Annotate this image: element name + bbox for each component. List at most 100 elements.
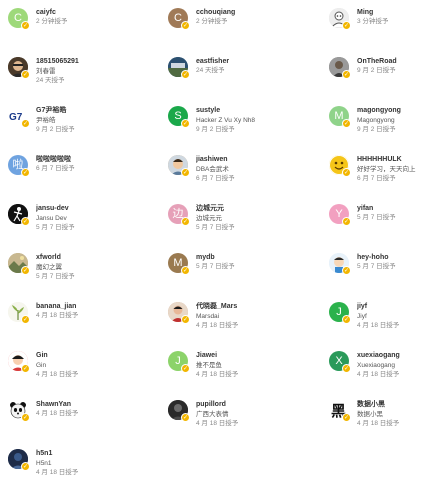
badge-check-icon: ✓ — [342, 168, 351, 177]
user-info: sustyle Hacker Z Vu Xy Nh8 9 月 2 日授予 — [196, 106, 288, 134]
user-card[interactable]: 黑 ✓ 数据小黑 数据小黑 4 月 18 日授予 — [329, 400, 421, 436]
user-name[interactable]: caiyfc — [36, 8, 128, 17]
user-name[interactable]: HHHHHHULK — [357, 155, 421, 164]
granted-time: 9 月 2 日授予 — [357, 67, 396, 74]
user-card[interactable]: ✓ Ming 3 分钟授予 — [329, 8, 421, 44]
user-name[interactable]: 代晓磊_Mars — [196, 302, 288, 311]
badge-check-icon: ✓ — [181, 217, 190, 226]
badge-check-icon: ✓ — [21, 364, 30, 373]
user-name[interactable]: G7尹裕皓 — [36, 106, 128, 115]
user-name[interactable]: Ming — [357, 8, 421, 17]
badge-check-icon: ✓ — [342, 315, 351, 324]
user-name[interactable]: pupillord — [196, 400, 288, 409]
badge-check-icon: ✓ — [21, 217, 30, 226]
display-name: 魔幻之翼 — [36, 264, 62, 271]
user-info: OnTheRoad 9 月 2 日授予 — [357, 57, 421, 75]
user-info: 18515065291 刘春雷 24 天授予 — [36, 57, 128, 85]
granted-time: 2 分钟授予 — [36, 18, 68, 25]
user-card[interactable]: C ✓ caiyfc 2 分钟授予 — [8, 8, 128, 44]
user-card[interactable]: ✓ banana_jian 4 月 18 日授予 — [8, 302, 128, 338]
badge-check-icon: ✓ — [21, 413, 30, 422]
user-name[interactable]: mydb — [196, 253, 288, 262]
user-info: cchouqiang 2 分钟授予 — [196, 8, 288, 26]
user-card[interactable]: ✓ OnTheRoad 9 月 2 日授予 — [329, 57, 421, 93]
badge-check-icon: ✓ — [21, 315, 30, 324]
user-info: hey-hoho 5 月 7 日授予 — [357, 253, 421, 271]
user-card[interactable]: ✓ eastfisher 24 天授予 — [168, 57, 288, 93]
granted-time: 4 月 18 日授予 — [36, 410, 79, 417]
user-card[interactable]: 啦 ✓ 啦啦啦啦啦 6 月 7 日授予 — [8, 155, 128, 191]
user-name[interactable]: sustyle — [196, 106, 288, 115]
user-card[interactable]: ✓ jiashiwen DBA会武术 6 月 7 日授予 — [168, 155, 288, 191]
user-name[interactable]: xuexiaogang — [357, 351, 421, 360]
user-card[interactable]: ✓ h5n1 H5n1 4 月 18 日授予 — [8, 449, 128, 485]
user-card[interactable]: M ✓ mydb 5 月 7 日授予 — [168, 253, 288, 289]
user-name[interactable]: jansu-dev — [36, 204, 128, 213]
granted-time: 4 月 18 日授予 — [196, 420, 239, 427]
user-info: Gin Gin 4 月 18 日授予 — [36, 351, 128, 379]
user-name[interactable]: magongyong — [357, 106, 421, 115]
badge-check-icon: ✓ — [181, 315, 190, 324]
display-name: 边城元元 — [196, 215, 222, 222]
granted-time: 4 月 18 日授予 — [357, 322, 400, 329]
badge-check-icon: ✓ — [342, 70, 351, 79]
user-name[interactable]: xfworld — [36, 253, 128, 262]
granted-time: 2 分钟授予 — [196, 18, 228, 25]
user-name[interactable]: jiyf — [357, 302, 421, 311]
user-card[interactable]: ✓ 代晓磊_Mars Marsdai 4 月 18 日授予 — [168, 302, 288, 338]
user-card[interactable]: C ✓ cchouqiang 2 分钟授予 — [168, 8, 288, 44]
user-card[interactable]: ✓ pupillord 广西大表情 4 月 18 日授予 — [168, 400, 288, 436]
user-card[interactable]: ✓ hey-hoho 5 月 7 日授予 — [329, 253, 421, 289]
granted-time: 5 月 7 日授予 — [36, 224, 75, 231]
user-info: xfworld 魔幻之翼 5 月 7 日授予 — [36, 253, 128, 281]
user-card[interactable]: ✓ jansu-dev Jansu Dev 5 月 7 日授予 — [8, 204, 128, 240]
user-name[interactable]: eastfisher — [196, 57, 288, 66]
user-card[interactable]: ✓ HHHHHHULK 好好学习，天天向上 6 月 7 日授予 — [329, 155, 421, 191]
user-name[interactable]: h5n1 — [36, 449, 128, 458]
user-name[interactable]: 边城元元 — [196, 204, 288, 213]
user-name[interactable]: yifan — [357, 204, 421, 213]
granted-time: 4 月 18 日授予 — [36, 371, 79, 378]
user-name[interactable]: banana_jian — [36, 302, 128, 311]
user-name[interactable]: Gin — [36, 351, 128, 360]
user-card[interactable]: ✓ xfworld 魔幻之翼 5 月 7 日授予 — [8, 253, 128, 289]
user-card[interactable]: ✓ Gin Gin 4 月 18 日授予 — [8, 351, 128, 387]
user-info: yifan 5 月 7 日授予 — [357, 204, 421, 222]
user-name[interactable]: hey-hoho — [357, 253, 421, 262]
user-name[interactable]: 数据小黑 — [357, 400, 421, 409]
display-name: Jansu Dev — [36, 215, 67, 222]
user-name[interactable]: jiashiwen — [196, 155, 288, 164]
display-name: 刘春雷 — [36, 68, 56, 75]
user-name[interactable]: OnTheRoad — [357, 57, 421, 66]
display-name: 尹裕皓 — [36, 117, 56, 124]
user-card[interactable]: X ✓ xuexiaogang Xuexiaogang 4 月 18 日授予 — [329, 351, 421, 387]
granted-time: 5 月 7 日授予 — [357, 263, 396, 270]
user-name[interactable]: 18515065291 — [36, 57, 128, 66]
user-card[interactable]: G7 ✓ G7尹裕皓 尹裕皓 9 月 2 日授予 — [8, 106, 128, 142]
granted-time: 4 月 18 日授予 — [196, 371, 239, 378]
badge-check-icon: ✓ — [342, 364, 351, 373]
user-info: mydb 5 月 7 日授予 — [196, 253, 288, 271]
user-card[interactable]: J ✓ Jiawei 推不是鱼 4 月 18 日授予 — [168, 351, 288, 387]
user-name[interactable]: ShawnYan — [36, 400, 128, 409]
user-name[interactable]: cchouqiang — [196, 8, 288, 17]
user-info: pupillord 广西大表情 4 月 18 日授予 — [196, 400, 288, 428]
user-card[interactable]: Y ✓ yifan 5 月 7 日授予 — [329, 204, 421, 240]
user-info: magongyong Magongyong 9 月 2 日授予 — [357, 106, 421, 134]
badge-check-icon: ✓ — [181, 168, 190, 177]
user-card[interactable]: ✓ 18515065291 刘春雷 24 天授予 — [8, 57, 128, 93]
badge-check-icon: ✓ — [342, 266, 351, 275]
user-name[interactable]: Jiawei — [196, 351, 288, 360]
badge-check-icon: ✓ — [21, 21, 30, 30]
display-name: Jiyf — [357, 313, 367, 320]
user-card[interactable]: ✓ ShawnYan 4 月 18 日授予 — [8, 400, 128, 436]
user-card[interactable]: M ✓ magongyong Magongyong 9 月 2 日授予 — [329, 106, 421, 142]
user-card[interactable]: 边 ✓ 边城元元 边城元元 5 月 7 日授予 — [168, 204, 288, 240]
user-info: Jiawei 推不是鱼 4 月 18 日授予 — [196, 351, 288, 379]
user-card[interactable]: S ✓ sustyle Hacker Z Vu Xy Nh8 9 月 2 日授予 — [168, 106, 288, 142]
user-card[interactable]: J ✓ jiyf Jiyf 4 月 18 日授予 — [329, 302, 421, 338]
badge-check-icon: ✓ — [21, 119, 30, 128]
user-info: h5n1 H5n1 4 月 18 日授予 — [36, 449, 128, 477]
badge-check-icon: ✓ — [181, 266, 190, 275]
user-name[interactable]: 啦啦啦啦啦 — [36, 155, 128, 164]
